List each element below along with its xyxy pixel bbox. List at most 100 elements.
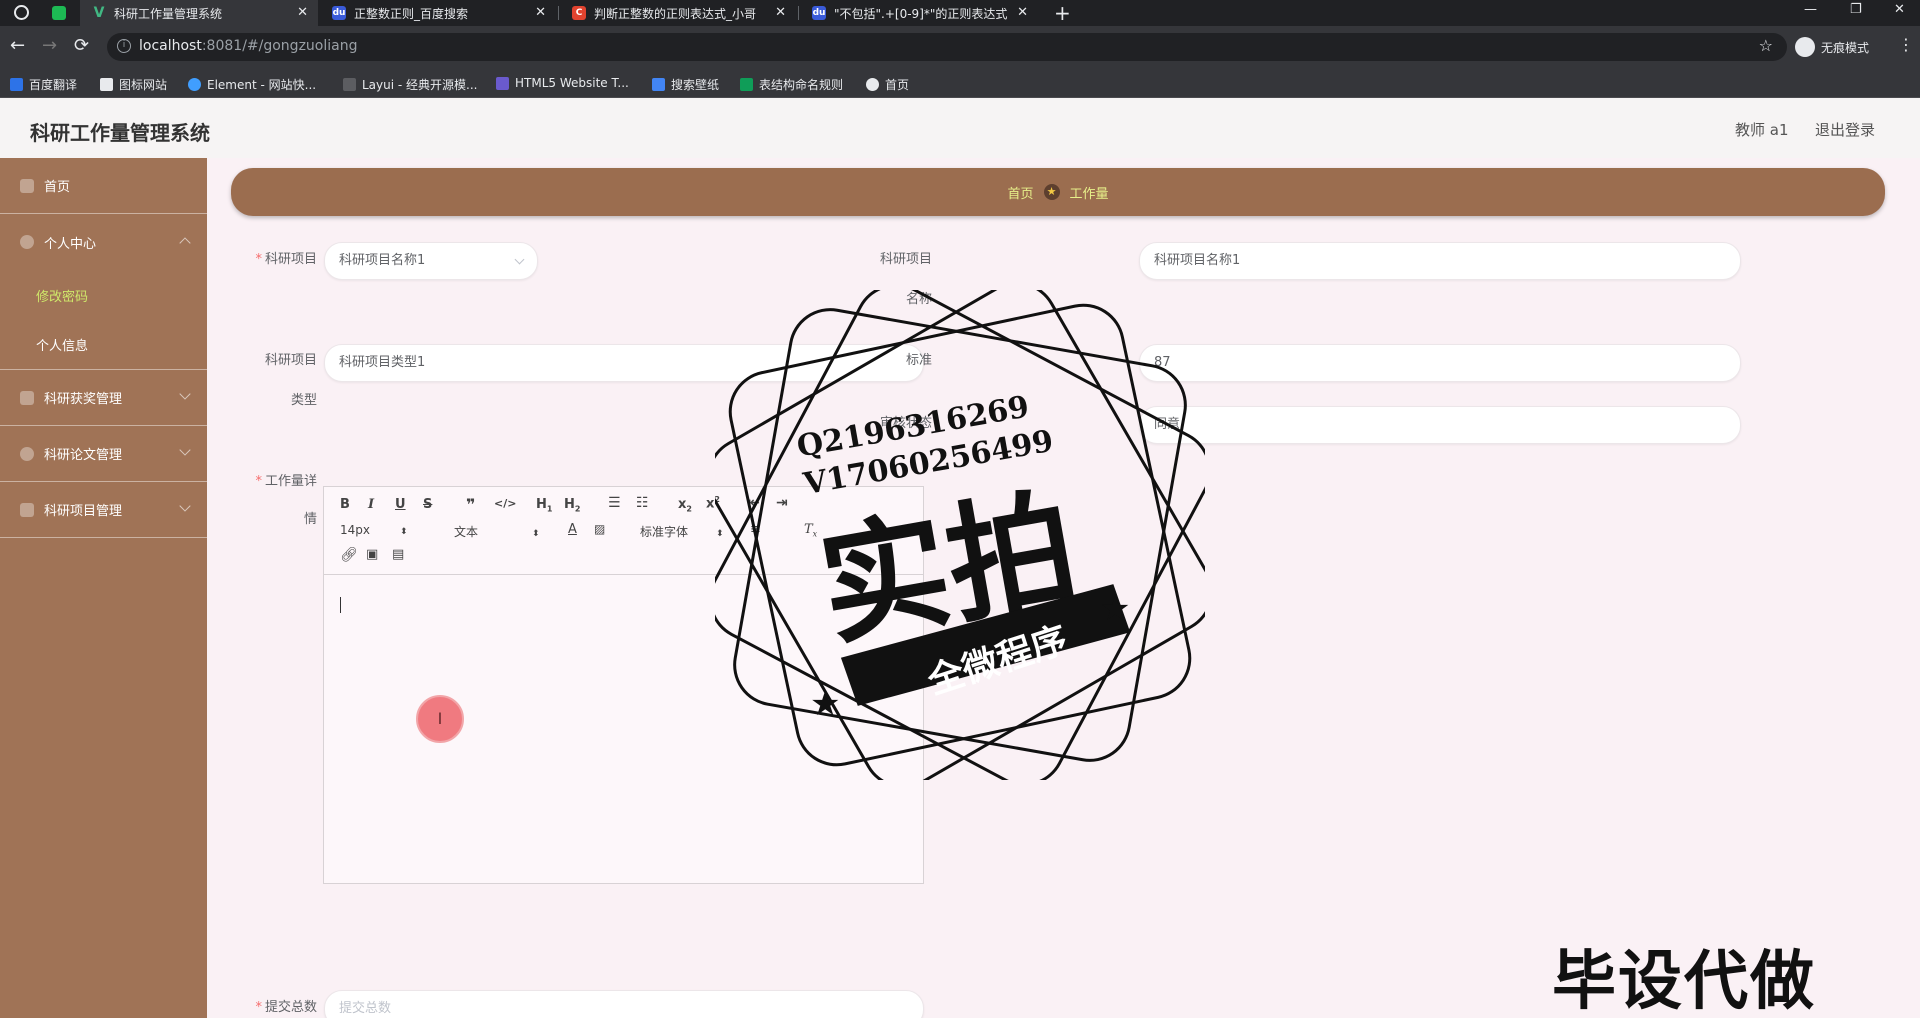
heading2-icon[interactable]: H2 [564, 497, 580, 514]
incognito-icon [1795, 37, 1815, 57]
baidu-icon: du [332, 6, 346, 20]
tab-csdn[interactable]: C 判断正整数的正则表达式_小哥 ✕ [560, 0, 796, 26]
reload-icon[interactable]: ⟳ [74, 35, 89, 56]
watermark-corner: 毕设代做 [1552, 945, 1816, 1018]
total-input[interactable]: 提交总数 [324, 990, 924, 1018]
layui-icon [343, 78, 356, 91]
sidebar-item-home[interactable]: 首页 [0, 158, 207, 214]
font-family-select[interactable]: 标准字体 ⬍ [640, 523, 724, 540]
element-icon [188, 78, 201, 91]
close-icon[interactable]: ✕ [535, 5, 546, 20]
bold-icon[interactable]: B [340, 497, 350, 512]
detail-label-cont: 情 [303, 512, 317, 527]
baidu-icon: du [812, 6, 826, 20]
sidebar-item-change-password[interactable]: 修改密码 [0, 270, 207, 320]
project-type-label-cont: 类型 [290, 393, 317, 408]
sidebar-item-paper-mgmt[interactable]: 科研论文管理 [0, 426, 207, 482]
tab-kyan[interactable]: V 科研工作量管理系统 ✕ [80, 0, 318, 26]
bookmark-item[interactable]: Element - 网站快... [188, 76, 316, 93]
bookmark-item[interactable]: 百度翻译 [10, 76, 77, 93]
sidebar-item-award-mgmt[interactable]: 科研获奖管理 [0, 370, 207, 426]
info-icon[interactable]: i [117, 39, 131, 53]
url-text[interactable]: localhost:8081/#/gongzuoliang [139, 38, 357, 54]
font-size-select[interactable]: 14px ⬍ [340, 523, 408, 537]
project-name-label: 科研项目 [879, 252, 932, 267]
close-icon[interactable]: ✕ [775, 5, 786, 20]
project-type-label: 科研项目 [264, 353, 317, 368]
font-color-icon[interactable]: A [568, 522, 577, 537]
incognito-label: 无痕模式 [1821, 40, 1870, 55]
wallpaper-icon [652, 78, 665, 91]
bookmark-item[interactable]: 表结构命名规则 [740, 76, 843, 93]
globe-icon [866, 78, 879, 91]
restore-icon[interactable]: ❐ [1850, 2, 1862, 17]
watermark-stamp: Q2196316269 V17060256499 实拍 全微程序 ★ ★ [715, 290, 1205, 780]
code-block-icon[interactable]: </> [494, 497, 516, 510]
bookmark-item[interactable]: HTML5 Website T... [496, 76, 629, 90]
logout-link[interactable]: 退出登录 [1815, 119, 1875, 140]
close-icon[interactable]: ✕ [1017, 5, 1028, 20]
paper-icon [20, 446, 34, 461]
star-icon: ★ [1100, 589, 1130, 629]
home-icon [20, 178, 34, 193]
bullet-list-icon[interactable]: ☷ [636, 495, 649, 511]
blockquote-icon[interactable]: ❞ [466, 495, 475, 514]
back-icon[interactable]: ← [10, 35, 25, 56]
incognito-indicator[interactable]: 无痕模式 [1795, 37, 1869, 57]
background-color-icon[interactable]: ▨ [594, 522, 605, 536]
block-type-select[interactable]: 文本 ⬍ [454, 523, 540, 540]
new-tab-icon[interactable]: + [1054, 1, 1071, 25]
breadcrumb: 首页 ★ 工作量 [231, 168, 1885, 216]
bookmark-item[interactable]: Layui - 经典开源模... [343, 76, 477, 93]
bookmark-item[interactable]: 图标网站 [100, 76, 167, 93]
bookmark-item[interactable]: 首页 [866, 76, 909, 93]
sidebar-item-project-mgmt[interactable]: 科研项目管理 [0, 482, 207, 538]
breadcrumb-home[interactable]: 首页 [1007, 183, 1033, 202]
ordered-list-icon[interactable]: ☰ [608, 495, 621, 511]
chevron-up-icon [179, 237, 191, 249]
app-title: 科研工作量管理系统 [30, 121, 210, 145]
tab-baidu-2[interactable]: du "不包括".+[0-9]*"的正则表达式 ✕ [800, 0, 1038, 26]
sidebar: 首页 个人中心 修改密码 个人信息 科研获奖管理 科研论文管理 科研项目管理 [0, 158, 207, 1018]
italic-icon[interactable]: I [368, 497, 374, 512]
tab-baidu[interactable]: du 正整数正则_百度搜索 ✕ [320, 0, 556, 26]
pinned-tab-icon[interactable] [52, 6, 66, 20]
vue-icon: V [93, 5, 105, 21]
sidebar-item-personal-info[interactable]: 个人信息 [0, 320, 207, 370]
browser-tab-bar: V 科研工作量管理系统 ✕ du 正整数正则_百度搜索 ✕ C 判断正整数的正则… [0, 0, 1920, 26]
tab-title: 判断正整数的正则表达式_小哥 [594, 6, 757, 21]
window-close-icon[interactable]: ✕ [1894, 2, 1905, 17]
close-icon[interactable]: ✕ [297, 5, 308, 20]
project-label: * 科研项目 [255, 252, 317, 267]
link-icon[interactable]: 🔗︎ [340, 547, 358, 563]
project-select[interactable]: 科研项目名称1 [324, 242, 538, 280]
chevron-down-icon [179, 444, 191, 456]
html5-icon [496, 76, 509, 90]
chevron-down-icon [514, 254, 525, 265]
tab-divider [558, 6, 559, 20]
audit-input[interactable]: 同意 [1139, 406, 1741, 444]
image-icon[interactable]: ▣ [366, 547, 378, 562]
tab-title: "不包括".+[0-9]*"的正则表达式 [834, 6, 1008, 21]
sidebar-item-personal-center[interactable]: 个人中心 [0, 214, 207, 270]
heading1-icon[interactable]: H1 [536, 497, 552, 514]
subscript-icon[interactable]: x2 [678, 497, 692, 514]
translate-icon [10, 78, 23, 91]
project-name-input[interactable]: 科研项目名称1 [1139, 242, 1741, 280]
strike-icon[interactable]: S [423, 497, 432, 512]
bookmark-item[interactable]: 搜索壁纸 [652, 76, 719, 93]
minimize-icon[interactable]: — [1804, 2, 1817, 17]
browser-toolbar: ← → ⟳ i localhost:8081/#/gongzuoliang ☆ … [0, 26, 1920, 68]
address-bar[interactable]: i localhost:8081/#/gongzuoliang ☆ [107, 33, 1787, 61]
total-label: * 提交总数 [255, 1000, 317, 1015]
star-icon: ★ [810, 684, 840, 724]
underline-icon[interactable]: U [395, 497, 406, 512]
browser-menu-icon[interactable]: ⋮ [1898, 35, 1914, 54]
bookmark-star-icon[interactable]: ☆ [1759, 36, 1773, 55]
forward-icon[interactable]: → [42, 35, 57, 56]
video-icon[interactable]: ▤ [392, 547, 404, 562]
breadcrumb-current: 工作量 [1069, 186, 1109, 202]
standard-input[interactable]: 87 [1139, 344, 1741, 382]
chevron-down-icon [179, 388, 191, 400]
flag-icon [100, 78, 113, 91]
